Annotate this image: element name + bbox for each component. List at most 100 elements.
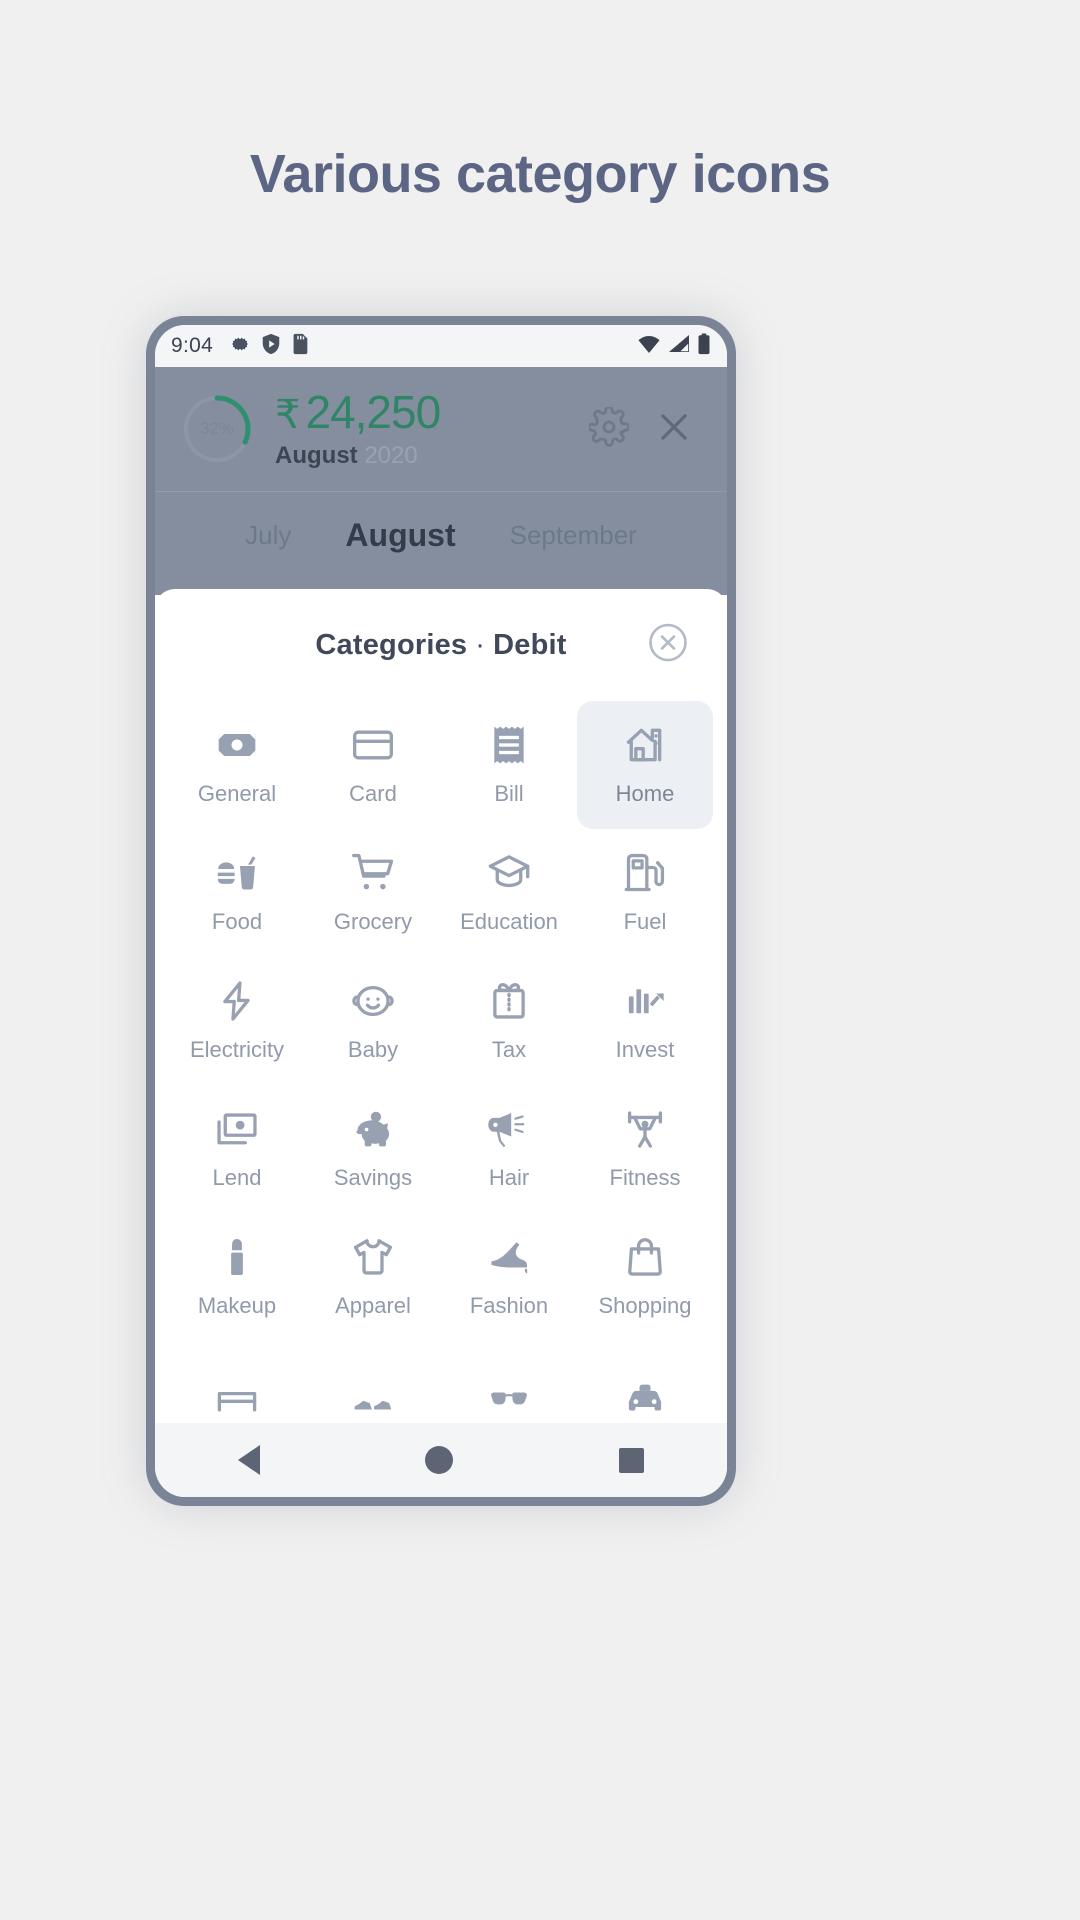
category-label: Fuel: [623, 909, 667, 934]
category-cell-fitness[interactable]: Fitness: [577, 1085, 713, 1213]
shield-play-icon: [261, 333, 281, 360]
close-circle-icon[interactable]: [647, 622, 689, 669]
category-cell-makeup[interactable]: Makeup: [169, 1213, 305, 1341]
category-label: General: [197, 781, 277, 806]
category-cell-home[interactable]: Home: [577, 701, 713, 829]
category-cell-fuel[interactable]: Fuel: [577, 829, 713, 957]
receipt-icon: [487, 723, 531, 767]
category-cell-20[interactable]: [169, 1341, 305, 1423]
gift-box-icon: [487, 979, 531, 1023]
burger-drink-icon: [215, 851, 259, 895]
category-cell-food[interactable]: Food: [169, 829, 305, 957]
status-bar-right: [637, 332, 711, 360]
category-label: Lend: [212, 1165, 262, 1190]
category-label: Education: [460, 909, 558, 934]
category-label: Tax: [491, 1037, 527, 1062]
category-label: Hair: [488, 1165, 530, 1190]
category-label: Bill: [494, 781, 524, 806]
sd-card-icon: [291, 333, 309, 360]
category-label: Card: [349, 781, 397, 806]
category-label: Home: [615, 781, 675, 806]
phone-frame: 9:04 32% ₹ 24,250 August 2020 July Augus…: [146, 316, 736, 1506]
nav-home-button[interactable]: [425, 1446, 454, 1474]
budget-progress-ring: 32%: [181, 393, 253, 465]
category-cell-apparel[interactable]: Apparel: [305, 1213, 441, 1341]
app-header: 32% ₹24,250 August 2020 July August Sept…: [155, 367, 727, 595]
total-amount: ₹24,250: [275, 385, 441, 438]
category-cell-23[interactable]: [577, 1341, 713, 1423]
sheet-title-secondary: Debit: [493, 628, 567, 661]
header-actions: [587, 405, 701, 452]
credit-card-icon: [351, 723, 395, 767]
category-label: Savings: [333, 1165, 413, 1190]
period-year: 2020: [364, 442, 418, 470]
tshirt-icon: [351, 1235, 395, 1279]
signal-icon: [668, 334, 690, 359]
sheet-title: Categories · Debit: [315, 629, 566, 662]
piggy-bank-icon: [351, 1107, 395, 1151]
graduation-cap-icon: [487, 851, 531, 895]
category-label: Electricity: [189, 1037, 285, 1062]
fuel-pump-icon: [623, 851, 667, 895]
lipstick-icon: [215, 1235, 259, 1279]
battery-icon: [697, 332, 711, 360]
month-tab-previous[interactable]: July: [245, 520, 291, 551]
hair-dryer-icon: [487, 1107, 531, 1151]
category-cell-tax[interactable]: Tax: [441, 957, 577, 1085]
month-tab-next[interactable]: September: [510, 520, 637, 551]
close-button[interactable]: [655, 408, 693, 451]
sheet-title-primary: Categories: [315, 628, 468, 661]
gear-icon: [229, 333, 251, 360]
category-cell-invest[interactable]: Invest: [577, 957, 713, 1085]
amount-block: ₹24,250 August 2020: [275, 385, 441, 470]
page-title: Various category icons: [249, 144, 831, 204]
sheet-header: Categories · Debit: [155, 589, 727, 701]
category-cell-baby[interactable]: Baby: [305, 957, 441, 1085]
progress-percent-label: 32%: [199, 419, 235, 438]
high-heel-icon: [487, 1235, 531, 1279]
shoes-icon: [351, 1376, 395, 1420]
category-cell-lend[interactable]: Lend: [169, 1085, 305, 1213]
category-cell-bill[interactable]: Bill: [441, 701, 577, 829]
category-label: Food: [211, 909, 263, 934]
status-clock: 9:04: [171, 334, 214, 357]
category-cell-savings[interactable]: Savings: [305, 1085, 441, 1213]
amount-value: 24,250: [305, 385, 441, 438]
shopping-cart-icon: [351, 851, 395, 895]
category-label: Apparel: [335, 1293, 411, 1318]
status-bar-left: 9:04: [171, 333, 309, 360]
month-tab-current[interactable]: August: [345, 517, 455, 554]
category-cell-electricity[interactable]: Electricity: [169, 957, 305, 1085]
period-label: August 2020: [275, 442, 418, 470]
nav-back-button[interactable]: [237, 1445, 260, 1475]
category-cell-hair[interactable]: Hair: [441, 1085, 577, 1213]
baby-face-icon: [351, 979, 395, 1023]
category-label: Fashion: [469, 1293, 549, 1318]
category-cell-education[interactable]: Education: [441, 829, 577, 957]
nav-recent-button[interactable]: [619, 1447, 645, 1473]
weightlifter-icon: [623, 1107, 667, 1151]
month-selector[interactable]: July August September: [155, 491, 727, 579]
car-icon: [623, 1376, 667, 1420]
category-cell-fashion[interactable]: Fashion: [441, 1213, 577, 1341]
category-cell-21[interactable]: [305, 1341, 441, 1423]
category-label: Makeup: [197, 1293, 277, 1318]
category-label: Fitness: [609, 1165, 681, 1190]
category-cell-grocery[interactable]: Grocery: [305, 829, 441, 957]
house-icon: [623, 723, 667, 767]
lightning-bolt-icon: [215, 979, 259, 1023]
category-cell-general[interactable]: General: [169, 701, 305, 829]
settings-button[interactable]: [587, 405, 631, 452]
bar-chart-icon: [623, 979, 667, 1023]
bed-icon: [215, 1376, 259, 1420]
category-cell-22[interactable]: [441, 1341, 577, 1423]
category-cell-shopping[interactable]: Shopping: [577, 1213, 713, 1341]
category-label: Invest: [615, 1037, 675, 1062]
category-cell-card[interactable]: Card: [305, 701, 441, 829]
android-nav-bar: [155, 1423, 727, 1497]
period-month: August: [275, 442, 358, 470]
status-bar: 9:04: [155, 325, 727, 367]
category-grid: General Card Bill Home Food Grocery Education F…: [155, 701, 727, 1423]
currency-symbol: ₹: [275, 392, 300, 437]
category-label: Shopping: [598, 1293, 692, 1318]
